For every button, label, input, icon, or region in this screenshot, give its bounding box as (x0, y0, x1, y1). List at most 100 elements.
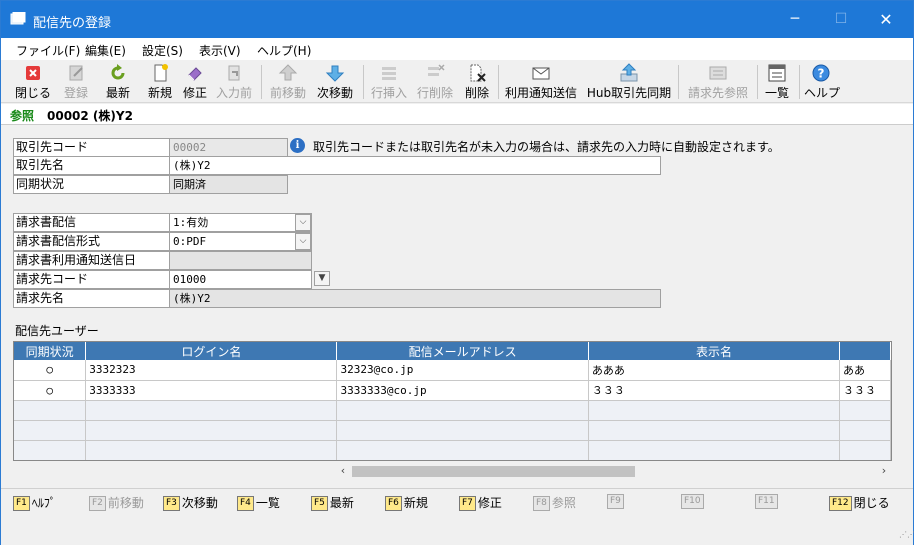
help-button[interactable]: ? ヘルプ (804, 63, 840, 101)
f6-new-button[interactable]: F6 新規 (385, 494, 428, 511)
resize-grip-icon[interactable]: ⋰⋰ (899, 531, 914, 542)
new-button[interactable]: 新規 (144, 63, 176, 101)
prev-move-button[interactable]: 前移動 (268, 63, 308, 101)
scroll-right-icon[interactable]: › (876, 463, 892, 479)
toolbar-separator (757, 65, 758, 99)
insert-row-icon (382, 67, 396, 80)
menu-help[interactable]: ヘルプ(H) (257, 42, 311, 59)
next-move-button[interactable]: 次移動 (315, 63, 355, 101)
table-row[interactable] (14, 420, 891, 441)
f1-help-button[interactable]: F1 ﾍﾙﾌﾟ (13, 494, 56, 511)
latest-button[interactable]: 最新 (102, 63, 134, 101)
f8-ref-button[interactable]: F8 参照 (533, 494, 576, 511)
users-grid: 同期状況 ログイン名 配信メールアドレス 表示名 ○ 3332323 32323… (13, 341, 892, 461)
toolbar-separator (498, 65, 499, 99)
send-notice-button[interactable]: 利用通知送信 (504, 63, 578, 101)
cell-sync: ○ (14, 360, 87, 381)
table-row[interactable]: ○ 3332323 32323@co.jp あああ ああ (14, 360, 891, 381)
maximize-button[interactable]: ☐ (818, 1, 864, 38)
f10-button[interactable]: F10 (681, 494, 706, 510)
cell-extra[interactable]: ああ (839, 360, 891, 381)
billing-code-dropdown-icon[interactable]: ▼ (314, 271, 330, 286)
f3-next-button[interactable]: F3 次移動 (163, 494, 218, 511)
chevron-down-icon[interactable]: ⌵ (295, 233, 311, 250)
record-label: 00002 (株)Y2 (47, 109, 133, 123)
horizontal-scrollbar[interactable]: ‹ › (335, 463, 892, 479)
window: 配信先の登録 ─ ☐ ✕ ファイル(F) 編集(E) 設定(S) 表示(V) ヘ… (0, 0, 914, 545)
status-bar: ⋰⋰ (1, 515, 914, 545)
new-document-icon (154, 64, 168, 82)
invoice-delivery-label: 請求書配信 (13, 213, 170, 232)
cell-extra[interactable]: ３３３ (839, 380, 891, 401)
undo-icon (228, 65, 240, 81)
table-row[interactable]: ○ 3333333 3333333@co.jp ３３３ ３３３ (14, 380, 891, 401)
close-window-button[interactable]: ✕ (863, 1, 909, 38)
col-login-name[interactable]: ログイン名 (85, 342, 338, 360)
toolbar-separator (799, 65, 800, 99)
f4-list-button[interactable]: F4 一覧 (237, 494, 280, 511)
billing-ref-button[interactable]: 請求先参照 (685, 63, 751, 101)
col-display-name[interactable]: 表示名 (588, 342, 841, 360)
mode-bar: 参照 00002 (株)Y2 (1, 104, 913, 125)
notice-date-field (169, 251, 312, 270)
invoice-format-label: 請求書配信形式 (13, 232, 170, 251)
register-icon (69, 65, 83, 81)
cell-login[interactable]: 3332323 (85, 360, 338, 381)
invoice-format-select[interactable]: 0:PDF (169, 232, 312, 251)
f9-button[interactable]: F9 (607, 494, 626, 510)
menu-settings[interactable]: 設定(S) (142, 42, 183, 59)
col-sync-status[interactable]: 同期状況 (14, 342, 87, 360)
chevron-down-icon[interactable]: ⌵ (295, 214, 311, 231)
partner-name-field[interactable]: (株)Y2 (169, 156, 661, 175)
title-bar: 配信先の登録 ─ ☐ ✕ (1, 1, 913, 38)
prev-input-button[interactable]: 入力前 (215, 63, 253, 101)
list-button[interactable]: 一覧 (762, 63, 792, 101)
f5-latest-button[interactable]: F5 最新 (311, 494, 354, 511)
minimize-button[interactable]: ─ (772, 1, 818, 38)
menu-edit[interactable]: 編集(E) (85, 42, 126, 59)
table-row[interactable] (14, 400, 891, 421)
cell-display[interactable]: あああ (588, 360, 841, 381)
f7-edit-button[interactable]: F7 修正 (459, 494, 502, 511)
mail-icon (532, 67, 550, 80)
download-tray-icon (620, 63, 638, 82)
menu-bar: ファイル(F) 編集(E) 設定(S) 表示(V) ヘルプ(H) (1, 38, 913, 60)
menu-file[interactable]: ファイル(F) (16, 42, 80, 59)
list-icon (768, 64, 786, 82)
col-email[interactable]: 配信メールアドレス (336, 342, 589, 360)
cell-email[interactable]: 3333333@co.jp (336, 380, 589, 401)
col-extra[interactable] (839, 342, 891, 360)
help-icon: ? (812, 64, 830, 82)
f11-button[interactable]: F11 (755, 494, 780, 510)
billing-code-label: 請求先コード (13, 270, 170, 289)
delete-row-button[interactable]: 行削除 (415, 63, 455, 101)
notice-date-label: 請求書利用通知送信日 (13, 251, 170, 270)
cell-email[interactable]: 32323@co.jp (336, 360, 589, 381)
users-table: 同期状況 ログイン名 配信メールアドレス 表示名 ○ 3332323 32323… (14, 342, 891, 460)
menu-view[interactable]: 表示(V) (199, 42, 241, 59)
scroll-left-icon[interactable]: ‹ (335, 463, 351, 479)
cell-login[interactable]: 3333333 (85, 380, 338, 401)
close-button[interactable]: 閉じる (15, 63, 51, 101)
partner-code-field[interactable]: 00002 (169, 138, 288, 157)
invoice-delivery-select[interactable]: 1:有効 (169, 213, 312, 232)
sync-status-field: 同期済 (169, 175, 288, 194)
form-area: 取引先コード 00002 i 取引先コードまたは取引先名が未入力の場合は、請求先… (1, 125, 913, 487)
partner-name-label: 取引先名 (13, 156, 170, 175)
cell-display[interactable]: ３３３ (588, 380, 841, 401)
hub-sync-button[interactable]: Hub取引先同期 (586, 63, 672, 101)
f2-prev-button[interactable]: F2 前移動 (89, 494, 144, 511)
scroll-thumb[interactable] (352, 466, 635, 477)
billing-name-label: 請求先名 (13, 289, 170, 308)
register-button[interactable]: 登録 (61, 63, 91, 101)
insert-row-button[interactable]: 行挿入 (369, 63, 409, 101)
partner-code-label: 取引先コード (13, 138, 170, 157)
delete-button[interactable]: 削除 (462, 63, 492, 101)
arrow-down-icon (325, 65, 345, 82)
table-row[interactable] (14, 440, 891, 460)
billing-code-field[interactable]: 01000 (169, 270, 312, 289)
close-icon (26, 66, 40, 80)
edit-button[interactable]: 修正 (180, 63, 210, 101)
f12-close-button[interactable]: F12 閉じる (829, 494, 890, 511)
reference-icon (709, 66, 727, 80)
